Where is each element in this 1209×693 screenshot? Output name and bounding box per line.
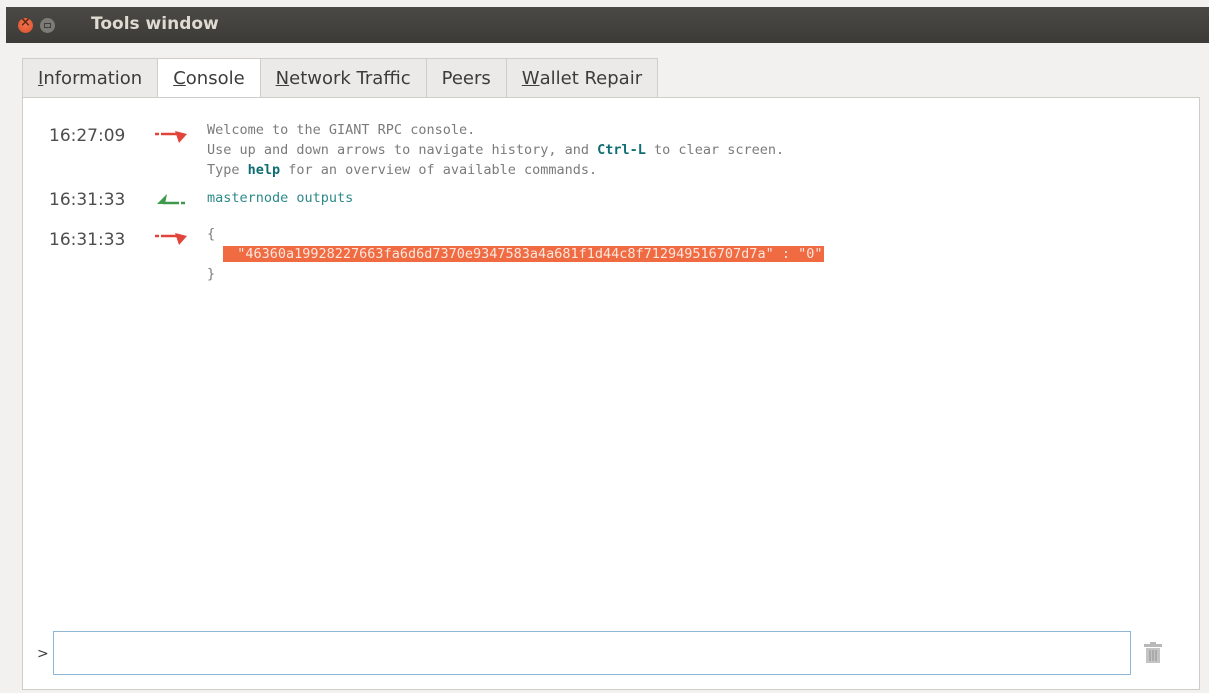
tab-bar: Information Console Network Traffic Peer… — [22, 58, 659, 98]
window-title: Tools window — [91, 14, 219, 34]
tab-wallet-repair[interactable]: Wallet Repair — [505, 58, 659, 97]
title-bar: Tools window — [6, 7, 1209, 43]
message-text: { "46360a19928227663fa6d6d7370e9347583a4… — [207, 226, 825, 282]
message-text: Welcome to the GIANT RPC console. Use up… — [207, 122, 785, 178]
tab-console[interactable]: Console — [157, 58, 260, 98]
tab-peers[interactable]: Peers — [425, 58, 506, 97]
close-window-button[interactable] — [18, 15, 33, 33]
reply-arrow-icon — [155, 233, 187, 245]
message-timestamp: 16:27:09 — [49, 126, 126, 146]
command-text: masternode outputs — [207, 190, 354, 206]
tab-network-traffic[interactable]: Network Traffic — [259, 58, 426, 97]
reply-arrow-icon — [155, 131, 187, 143]
message-timestamp: 16:31:33 — [49, 190, 126, 210]
console-prompt: > — [37, 646, 49, 662]
console-panel: 16:27:09 Welcome to the GIANT RPC consol… — [22, 97, 1200, 690]
minimize-window-button[interactable] — [40, 18, 55, 33]
tab-information[interactable]: Information — [22, 58, 158, 97]
clear-console-trash-icon[interactable] — [1143, 642, 1163, 664]
request-arrow-icon — [157, 194, 185, 205]
highlighted-output: "46360a19928227663fa6d6d7370e9347583a4a6… — [223, 246, 825, 262]
console-input[interactable] — [53, 631, 1131, 675]
message-timestamp: 16:31:33 — [49, 230, 126, 250]
